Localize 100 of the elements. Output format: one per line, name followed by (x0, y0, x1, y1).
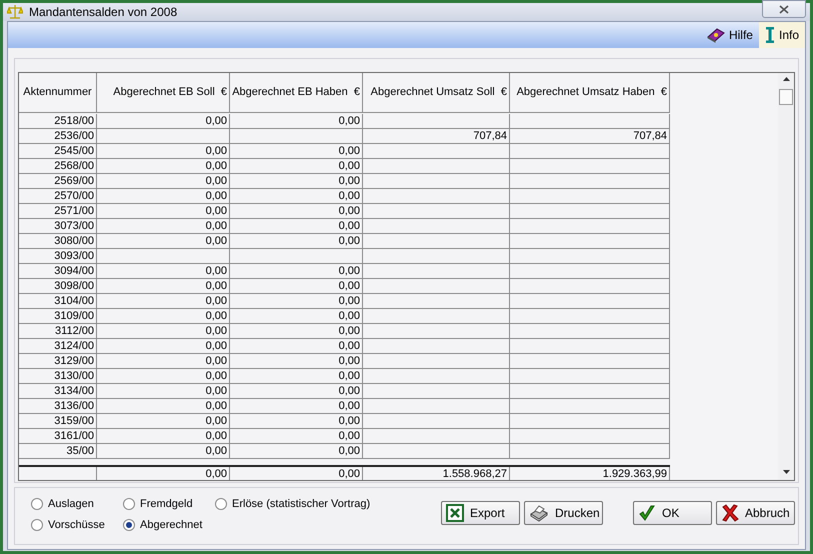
table-cell: 0,00 (97, 144, 230, 158)
table-cell: 2536/00 (19, 129, 97, 143)
table-cell: 0,00 (97, 429, 230, 443)
table-cell: 0,00 (97, 444, 230, 458)
window-title: Mandantensalden von 2008 (29, 4, 178, 21)
table-cell: 0,00 (230, 144, 363, 158)
table-cell: 35/00 (19, 444, 97, 458)
table-cell: 1.929.363,99 (510, 467, 670, 480)
action-button[interactable]: Abbruch (716, 501, 795, 525)
table-cell: 0,00 (230, 174, 363, 188)
table-cell: 0,00 (97, 174, 230, 188)
table-cell: 3080/00 (19, 234, 97, 248)
checkmark-icon (638, 504, 656, 522)
table-cell: 3161/00 (19, 429, 97, 443)
table-cell: 3136/00 (19, 399, 97, 413)
column-header[interactable]: Aktennummer (19, 73, 97, 112)
close-button[interactable] (762, 0, 806, 18)
table-cell: 3098/00 (19, 279, 97, 293)
radio-option[interactable]: Fremdgeld (123, 496, 215, 512)
book-icon (706, 27, 725, 43)
table-cell: 0,00 (97, 159, 230, 173)
column-header[interactable]: Abgerechnet EB Soll € (97, 73, 230, 112)
table-cell: 2518/00 (19, 114, 97, 128)
spreadsheet-icon (446, 504, 464, 522)
table-cell: 0,00 (230, 279, 363, 293)
table-cell: 3159/00 (19, 414, 97, 428)
column-header[interactable]: Abgerechnet Umsatz Soll € (363, 73, 510, 112)
action-button[interactable]: OK (633, 501, 712, 525)
table-cell: 0,00 (230, 189, 363, 203)
table-cell: 0,00 (97, 339, 230, 353)
table-cell: 0,00 (230, 369, 363, 383)
table-cell: 0,00 (230, 264, 363, 278)
table-cell: 0,00 (97, 324, 230, 338)
table-cell: 0,00 (230, 114, 363, 128)
table-cell: 0,00 (97, 467, 230, 480)
table-cell: 2570/00 (19, 189, 97, 203)
table-cell: 3094/00 (19, 264, 97, 278)
table-cell: 2568/00 (19, 159, 97, 173)
table-cell: 0,00 (230, 204, 363, 218)
table-cell: 0,00 (97, 204, 230, 218)
table-cell: 0,00 (230, 219, 363, 233)
table-cell: 0,00 (97, 384, 230, 398)
table-cell: 707,84 (510, 129, 670, 143)
table-cell: 0,00 (230, 444, 363, 458)
radio-option[interactable]: Erlöse (statistischer Vortrag) (215, 496, 370, 512)
table-cell: 3124/00 (19, 339, 97, 353)
table-cell: 0,00 (97, 279, 230, 293)
table-cell: 707,84 (363, 129, 510, 143)
scroll-thumb[interactable] (779, 89, 793, 105)
toolbar-button[interactable]: Info (758, 22, 805, 48)
table-cell: 0,00 (97, 114, 230, 128)
table-cell: 2569/00 (19, 174, 97, 188)
table-cell: 0,00 (230, 339, 363, 353)
table-cell: 3104/00 (19, 294, 97, 308)
action-button[interactable]: Export (441, 501, 520, 525)
table-cell: 0,00 (230, 467, 363, 480)
scroll-up-arrow-icon[interactable] (782, 77, 790, 81)
table-cell: 0,00 (97, 399, 230, 413)
scales-icon (7, 4, 23, 20)
table-cell: 0,00 (230, 159, 363, 173)
printer-icon (529, 504, 549, 522)
table-cell: 0,00 (97, 219, 230, 233)
table-cell: 0,00 (97, 189, 230, 203)
table-cell: 0,00 (230, 399, 363, 413)
column-header[interactable]: Abgerechnet Umsatz Haben € (510, 73, 670, 112)
table-cell: 0,00 (97, 354, 230, 368)
table-cell: 0,00 (97, 264, 230, 278)
table-cell: 3130/00 (19, 369, 97, 383)
table-cell: 3129/00 (19, 354, 97, 368)
table-cell: 0,00 (97, 309, 230, 323)
table-cell: 2571/00 (19, 204, 97, 218)
action-button[interactable]: Drucken (524, 501, 603, 525)
table-cell: 0,00 (230, 234, 363, 248)
table-cell: 3093/00 (19, 249, 97, 263)
table-cell: 0,00 (97, 369, 230, 383)
table-cell: 0,00 (230, 294, 363, 308)
table-cell: 3073/00 (19, 219, 97, 233)
table-cell: 3112/00 (19, 324, 97, 338)
table-cell: 0,00 (97, 414, 230, 428)
table-cell: 0,00 (230, 429, 363, 443)
table-cell: 1.558.968,27 (363, 467, 510, 480)
table-cell: 0,00 (230, 384, 363, 398)
table-cell: 0,00 (97, 234, 230, 248)
table-cell: 0,00 (230, 414, 363, 428)
table-cell: 0,00 (97, 294, 230, 308)
table-cell: 3134/00 (19, 384, 97, 398)
radio-option[interactable]: Abgerechnet (123, 517, 215, 533)
scrollbar[interactable] (778, 73, 794, 480)
table-cell: 0,00 (230, 354, 363, 368)
table-cell: 0,00 (230, 309, 363, 323)
scroll-down-arrow-icon[interactable] (782, 470, 790, 474)
cross-icon (721, 504, 739, 522)
radio-option[interactable]: Auslagen (31, 496, 123, 512)
column-header[interactable]: Abgerechnet EB Haben € (230, 73, 363, 112)
radio-option[interactable]: Vorschüsse (31, 517, 123, 533)
table-cell: 2545/00 (19, 144, 97, 158)
close-icon (779, 4, 789, 14)
toolbar-button[interactable]: Hilfe (700, 22, 759, 48)
table-cell: 0,00 (230, 324, 363, 338)
table-cell: 3109/00 (19, 309, 97, 323)
